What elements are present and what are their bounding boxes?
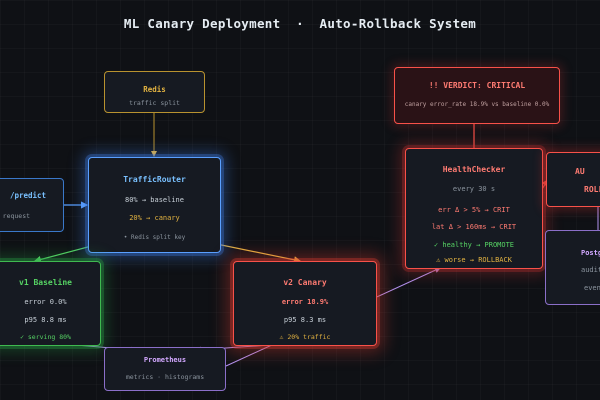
health-promote-rule: ✓ healthy → PROMOTE	[433, 241, 515, 249]
v1-baseline-node: v1 Baseline error 0.0% p95 8.8 ms ✓ serv…	[0, 261, 101, 346]
v2-traffic: ⚠ 20% traffic	[279, 333, 331, 341]
router-canary-split: 20% → canary	[129, 214, 180, 222]
prometheus-node: Prometheus metrics · histograms	[104, 347, 226, 391]
rollback-action: ROLL	[584, 185, 600, 194]
health-interval: every 30 s	[452, 185, 496, 193]
v1-title: v1 Baseline	[19, 278, 72, 287]
v1-p95: p95 8.8 ms	[24, 316, 67, 324]
verdict-title: !! VERDICT: CRITICAL	[428, 81, 526, 90]
health-error-rule: err Δ > 5% → CRIT	[438, 206, 510, 214]
postgres-node: Postg audit event	[545, 230, 600, 305]
auto-rollback-node: AU ROLL	[546, 152, 600, 207]
health-rollback-rule: ⚠ worse → ROLLBACK	[436, 256, 512, 264]
traffic-router-node: TrafficRouter 80% → baseline 20% → canar…	[88, 157, 221, 253]
verdict-node: !! VERDICT: CRITICAL canary error_rate 1…	[394, 67, 560, 124]
health-latency-rule: lat Δ > 160ms → CRIT	[431, 223, 517, 231]
v2-title: v2 Canary	[283, 278, 327, 287]
prometheus-title: Prometheus	[143, 356, 187, 364]
redis-node: Redis traffic split	[104, 71, 205, 113]
v2-p95: p95 8.3 ms	[283, 316, 327, 324]
rollback-title: AU	[575, 167, 585, 176]
v2-canary-node: v2 Canary error 18.9% p95 8.3 ms ⚠ 20% t…	[233, 261, 377, 346]
predict-title: /predict	[9, 191, 47, 200]
v1-serving: ✓ serving 80%	[20, 333, 71, 341]
router-baseline-split: 80% → baseline	[124, 196, 184, 204]
v2-error: error 18.9%	[281, 298, 329, 306]
health-title: HealthChecker	[442, 165, 506, 174]
postgres-audit: audit	[581, 266, 600, 274]
redis-subtitle: traffic split	[129, 99, 180, 107]
redis-title: Redis	[143, 85, 166, 94]
verdict-detail: canary error_rate 18.9% vs baseline 0.0%	[404, 101, 550, 108]
router-redis-key: • Redis split key	[123, 234, 186, 241]
health-checker-node: HealthChecker every 30 s err Δ > 5% → CR…	[405, 148, 543, 269]
prometheus-subtitle: metrics · histograms	[125, 373, 205, 381]
v1-error: error 0.0%	[24, 298, 67, 306]
postgres-events: event	[584, 284, 600, 292]
postgres-title: Postg	[581, 249, 600, 257]
predict-node: /predict ing request	[0, 178, 64, 232]
predict-subtitle: ing request	[0, 212, 31, 220]
router-title: TrafficRouter	[123, 175, 186, 184]
